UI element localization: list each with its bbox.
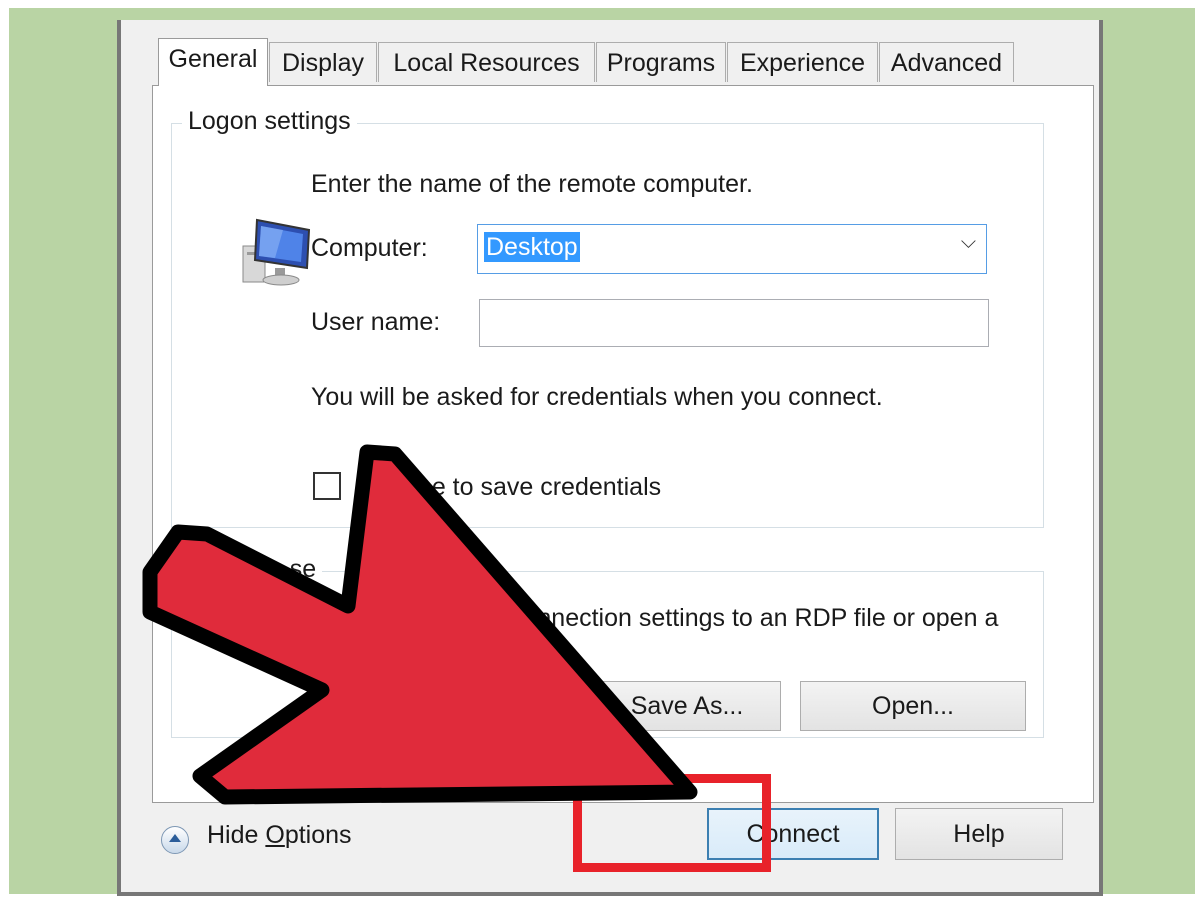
tab-general[interactable]: General xyxy=(158,38,268,86)
pointer-arrow-icon xyxy=(142,444,698,805)
